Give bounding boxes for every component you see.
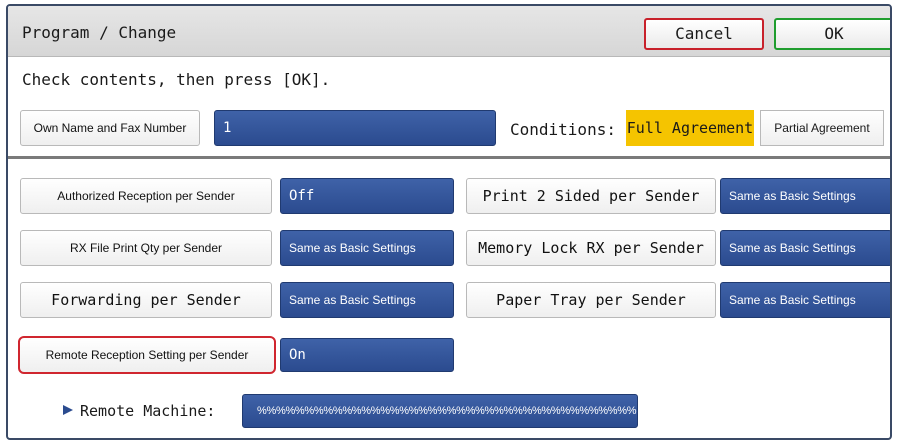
remote-machine-value[interactable]: %%%%%%%%%%%%%%%%%%%%%%%%%%%%%%%%%%%%%%%% — [242, 394, 638, 428]
page-title: Program / Change — [22, 23, 177, 42]
rx-file-print-qty-button[interactable]: RX File Print Qty per Sender — [20, 230, 272, 266]
paper-tray-button[interactable]: Paper Tray per Sender — [466, 282, 716, 318]
authorized-reception-value[interactable]: Off — [280, 178, 454, 214]
own-name-fax-button[interactable]: Own Name and Fax Number — [20, 110, 200, 146]
full-agreement-option[interactable]: Full Agreement — [626, 110, 754, 146]
play-arrow-icon — [62, 402, 74, 420]
remote-reception-setting-button[interactable]: Remote Reception Setting per Sender — [18, 336, 276, 374]
title-bar: Program / Change Cancel OK — [8, 6, 890, 57]
rx-file-print-qty-value[interactable]: Same as Basic Settings — [280, 230, 454, 266]
instruction-text: Check contents, then press [OK]. — [22, 70, 331, 89]
memory-lock-rx-value[interactable]: Same as Basic Settings — [720, 230, 890, 266]
own-name-fax-value[interactable]: 1 — [214, 110, 496, 146]
cancel-button[interactable]: Cancel — [644, 18, 764, 50]
forwarding-value[interactable]: Same as Basic Settings — [280, 282, 454, 318]
forwarding-button[interactable]: Forwarding per Sender — [20, 282, 272, 318]
program-change-panel: Program / Change Cancel OK Check content… — [6, 4, 892, 440]
remote-machine-label-group: Remote Machine: — [62, 402, 215, 420]
section-divider — [8, 156, 890, 159]
paper-tray-value[interactable]: Same as Basic Settings — [720, 282, 890, 318]
memory-lock-rx-button[interactable]: Memory Lock RX per Sender — [466, 230, 716, 266]
partial-agreement-option[interactable]: Partial Agreement — [760, 110, 884, 146]
print-2-sided-button[interactable]: Print 2 Sided per Sender — [466, 178, 716, 214]
ok-button[interactable]: OK — [774, 18, 890, 50]
remote-reception-setting-value[interactable]: On — [280, 338, 454, 372]
conditions-label: Conditions: — [510, 120, 616, 139]
authorized-reception-button[interactable]: Authorized Reception per Sender — [20, 178, 272, 214]
remote-machine-label: Remote Machine: — [80, 402, 216, 420]
print-2-sided-value[interactable]: Same as Basic Settings — [720, 178, 890, 214]
